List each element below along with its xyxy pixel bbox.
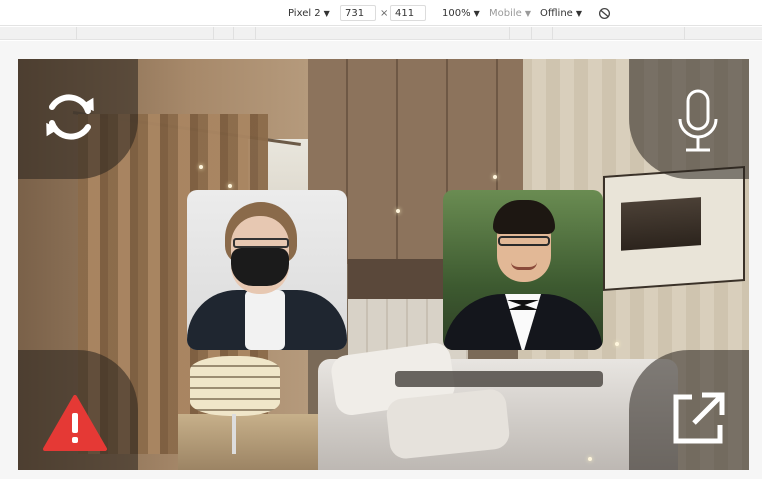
mode-value: Mobile [489, 7, 522, 19]
participant-glasses [498, 236, 550, 246]
dimension-separator: × [380, 7, 389, 19]
microphone-icon [678, 89, 718, 152]
participant-shirt [245, 290, 285, 350]
participant-video-tile[interactable] [187, 190, 347, 350]
device-select[interactable]: Pixel 2 ▼ [288, 0, 330, 26]
zoom-value: 100% [442, 7, 471, 19]
network-select[interactable]: Offline ▼ [540, 0, 582, 26]
width-input[interactable]: 731 [340, 5, 376, 21]
switch-camera-button[interactable] [18, 59, 138, 179]
report-button[interactable] [18, 350, 138, 470]
height-input[interactable]: 411 [390, 5, 426, 21]
participant-face-mask [231, 248, 289, 286]
height-value: 411 [395, 7, 415, 19]
chevron-down-icon: ▼ [473, 8, 480, 18]
rotate-icon [598, 7, 611, 19]
participant-smile [511, 262, 537, 270]
warning-icon [43, 395, 107, 451]
participant-hair [493, 200, 555, 234]
chevron-down-icon: ▼ [323, 8, 330, 18]
mode-select[interactable]: Mobile ▼ [489, 0, 531, 26]
participant-video-tile[interactable] [443, 190, 603, 350]
caption-bar [395, 371, 603, 387]
media-query-ruler [0, 27, 762, 40]
participant-glasses [233, 238, 289, 248]
open-external-button[interactable] [629, 350, 749, 470]
microphone-button[interactable] [629, 59, 749, 179]
width-value: 731 [345, 7, 365, 19]
network-value: Offline [540, 7, 573, 19]
switch-camera-icon [46, 94, 94, 140]
zoom-select[interactable]: 100% ▼ [442, 0, 480, 26]
chevron-down-icon: ▼ [575, 8, 582, 18]
device-name: Pixel 2 [288, 7, 321, 19]
chevron-down-icon: ▼ [524, 8, 531, 18]
rotate-button[interactable] [598, 0, 611, 26]
open-external-icon [673, 392, 725, 444]
video-call-screen [18, 59, 749, 470]
device-toolbar: Pixel 2 ▼ 731 × 411 100% ▼ Mobile ▼ Offl… [0, 0, 762, 26]
